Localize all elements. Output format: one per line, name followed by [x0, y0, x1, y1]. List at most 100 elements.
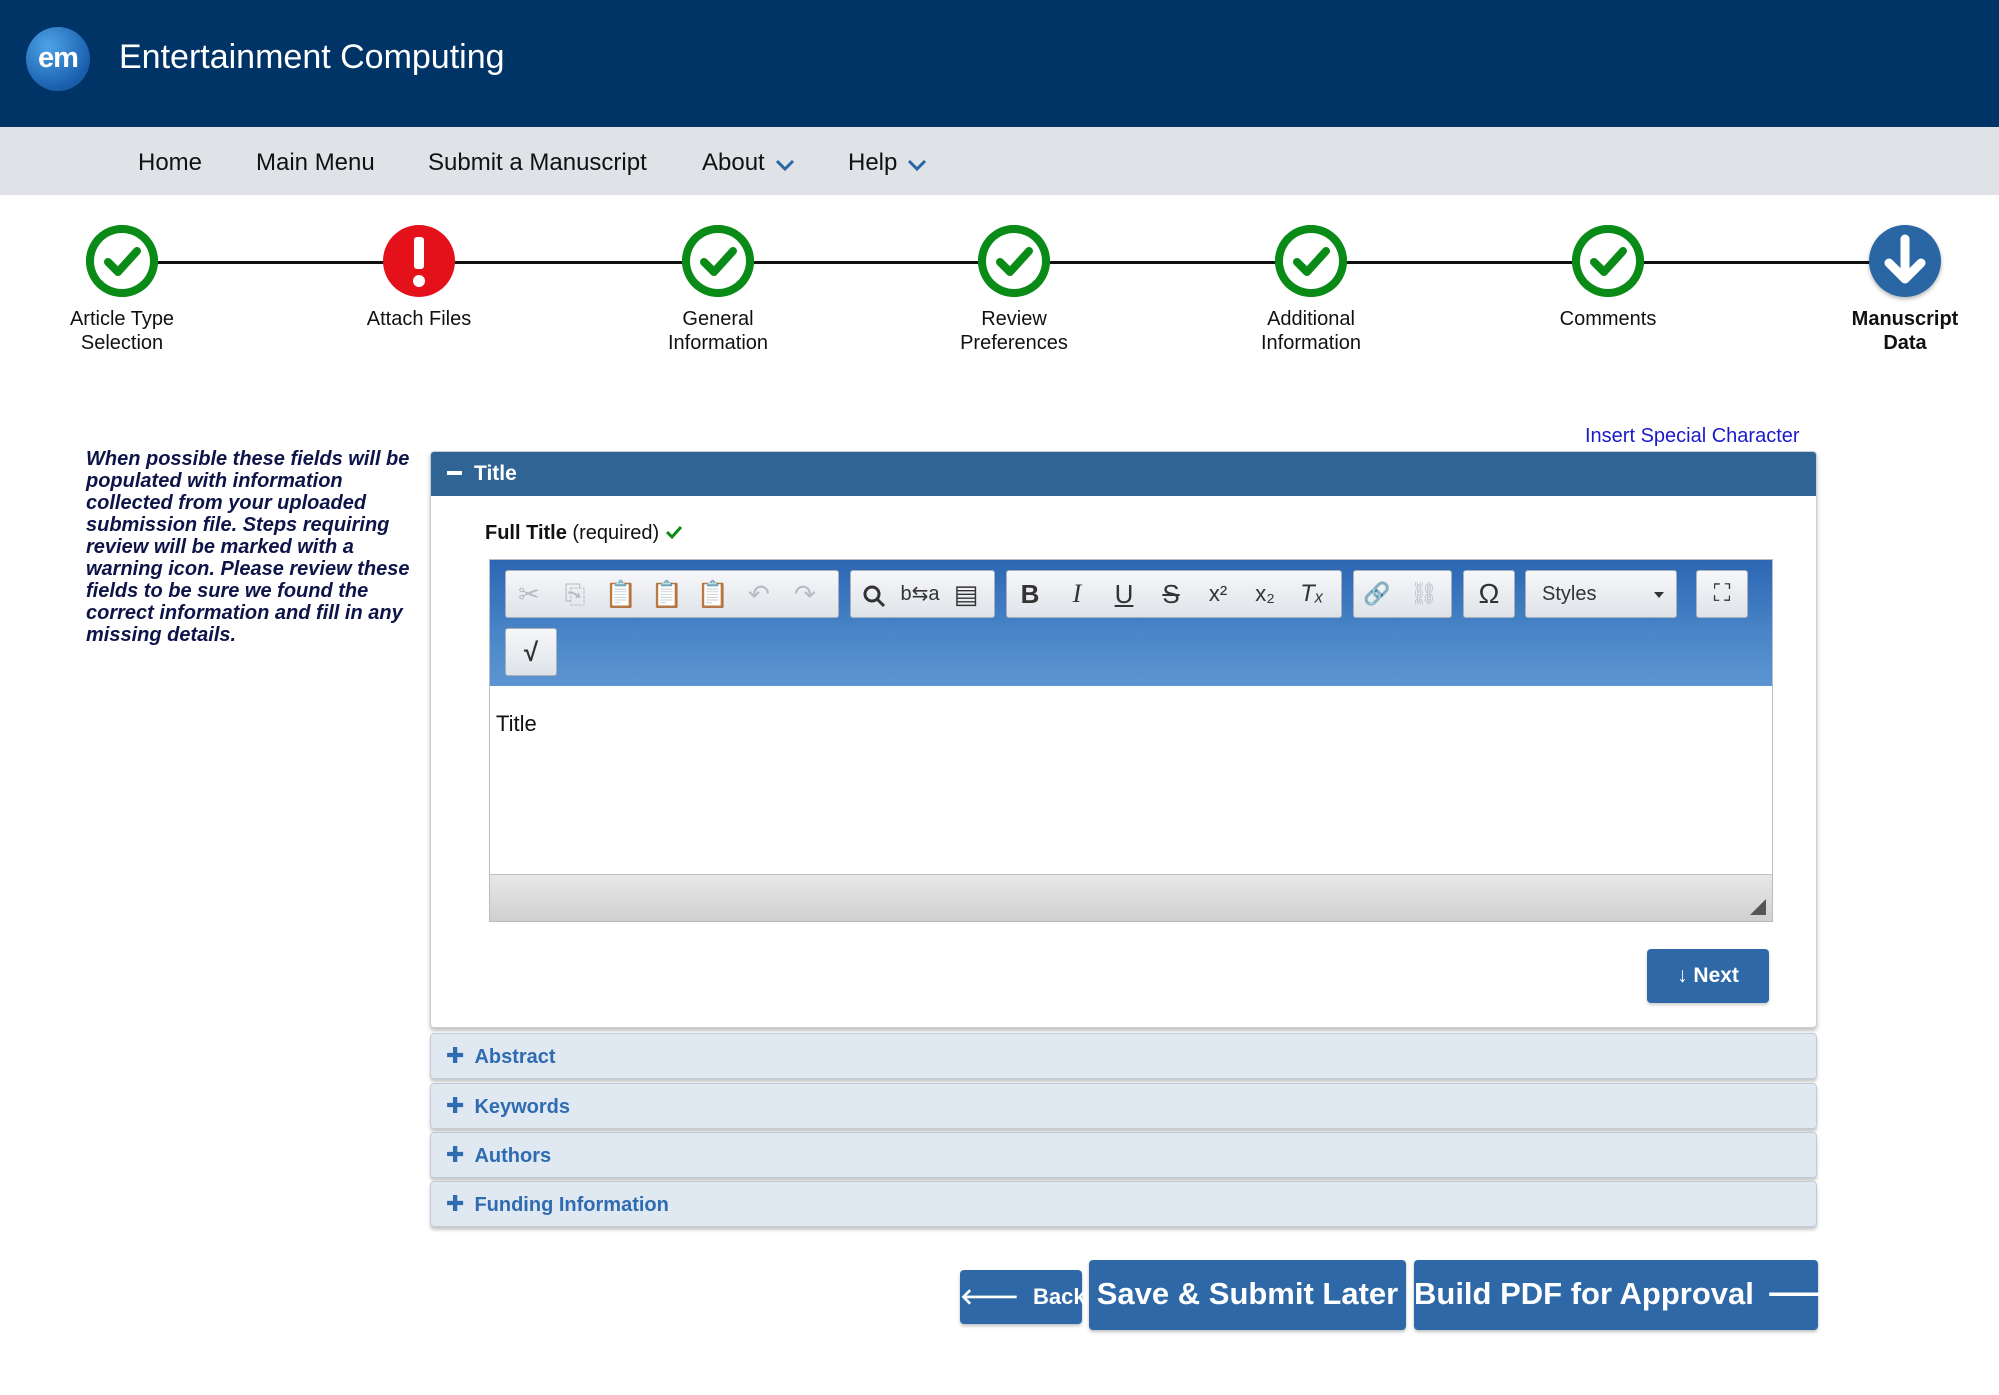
bold-icon[interactable]: B	[1007, 571, 1053, 617]
section-label: Authors	[474, 1145, 552, 1167]
next-button-label: Next	[1693, 964, 1739, 987]
step-label: Information	[1260, 332, 1362, 354]
format-group: B I U S x² x₂ Tₓ	[1006, 570, 1342, 618]
step-article-type[interactable]: Article Type Selection	[2, 225, 242, 355]
step-label: General	[682, 308, 754, 330]
arrow-left-icon: 🡐	[960, 1284, 1019, 1309]
checkmark-icon	[978, 225, 1050, 297]
clipboard-group: ✂ ⎘ 📋 📋 📋 ↶ ↷	[505, 570, 839, 618]
em-logo[interactable]: em	[26, 27, 90, 91]
cut-icon[interactable]: ✂	[506, 571, 552, 617]
title-panel-heading: Title	[474, 462, 517, 485]
back-button[interactable]: 🡐 Back	[960, 1270, 1086, 1324]
main-nav: Home Main Menu Submit a Manuscript About…	[0, 127, 1999, 195]
step-label: Manuscript	[1851, 308, 1959, 330]
step-comments[interactable]: Comments	[1488, 225, 1728, 331]
app-header: em Entertainment Computing	[0, 0, 1999, 127]
italic-icon[interactable]: I	[1054, 571, 1100, 617]
copy-icon[interactable]: ⎘	[552, 571, 598, 617]
editor-toolbar: ✂ ⎘ 📋 📋 📋 ↶ ↷ b⇆a ▤ B I U S x² x₂ Tₓ 🔗 ⛓…	[490, 560, 1772, 686]
insert-special-character-link[interactable]: Insert Special Character	[1585, 425, 1800, 448]
square-root-icon[interactable]: √	[508, 629, 554, 675]
styles-label: Styles	[1542, 583, 1597, 605]
section-label: Funding Information	[474, 1194, 669, 1216]
omega-icon[interactable]: Ω	[1466, 571, 1512, 617]
unlink-icon[interactable]: ⛓	[1401, 571, 1447, 617]
nav-about[interactable]: About	[702, 149, 795, 178]
nav-help-label: Help	[848, 149, 898, 176]
plus-icon: ✚	[446, 1142, 465, 1167]
checkmark-icon	[682, 225, 754, 297]
superscript-icon[interactable]: x²	[1195, 571, 1241, 617]
step-additional-information[interactable]: Additional Information	[1191, 225, 1431, 355]
nav-help[interactable]: Help	[848, 149, 927, 178]
next-button[interactable]: ↓ Next	[1647, 949, 1769, 1003]
title-panel-header[interactable]: Title	[431, 452, 1816, 496]
warning-icon	[383, 225, 455, 297]
funding-information-section[interactable]: ✚ Funding Information	[430, 1181, 1817, 1227]
step-label: Comments	[1559, 308, 1657, 330]
paste-word-icon[interactable]: 📋	[690, 571, 736, 617]
step-label: Review	[981, 308, 1047, 330]
arrow-down-icon: ↓	[1677, 964, 1688, 987]
abstract-section[interactable]: ✚ Abstract	[430, 1033, 1817, 1079]
build-pdf-button[interactable]: Build PDF for Approval 🡒	[1414, 1260, 1849, 1330]
chevron-down-icon	[907, 150, 927, 178]
plus-icon: ✚	[446, 1043, 465, 1068]
select-all-icon[interactable]: ▤	[943, 571, 989, 617]
strikethrough-icon[interactable]: S	[1148, 571, 1194, 617]
step-attach-files[interactable]: Attach Files	[299, 225, 539, 331]
remove-format-icon[interactable]: Tₓ	[1289, 571, 1335, 617]
link-group: 🔗 ⛓	[1353, 570, 1452, 618]
keywords-section[interactable]: ✚ Keywords	[430, 1083, 1817, 1129]
underline-icon[interactable]: U	[1101, 571, 1147, 617]
find-group: b⇆a ▤	[850, 570, 995, 618]
styles-dropdown[interactable]: Styles	[1525, 570, 1677, 618]
step-general-information[interactable]: General Information	[598, 225, 838, 355]
step-manuscript-data[interactable]: Manuscript Data	[1785, 225, 1999, 355]
back-button-label: Back	[1033, 1284, 1086, 1309]
special-char-group: Ω	[1463, 570, 1515, 618]
plus-icon: ✚	[446, 1191, 465, 1216]
chevron-down-icon	[775, 150, 795, 178]
authors-section[interactable]: ✚ Authors	[430, 1132, 1817, 1178]
step-label: Information	[667, 332, 769, 354]
step-review-preferences[interactable]: Review Preferences	[894, 225, 1134, 355]
arrow-right-icon: 🡒	[1765, 1276, 1849, 1311]
redo-icon[interactable]: ↷	[782, 571, 828, 617]
field-label: Full Title	[485, 522, 567, 544]
minus-icon	[447, 470, 462, 475]
checkmark-icon	[86, 225, 158, 297]
checkmark-icon	[1572, 225, 1644, 297]
step-label: Article Type	[69, 308, 175, 330]
paste-text-icon[interactable]: 📋	[644, 571, 690, 617]
instructions-note: When possible these fields will be popul…	[86, 448, 410, 646]
caret-down-icon	[1654, 592, 1664, 598]
nav-submit-manuscript[interactable]: Submit a Manuscript	[428, 149, 647, 177]
nav-about-label: About	[702, 149, 765, 176]
save-submit-later-button[interactable]: Save & Submit Later	[1089, 1260, 1406, 1330]
nav-home[interactable]: Home	[138, 149, 202, 177]
subscript-icon[interactable]: x₂	[1242, 571, 1288, 617]
editor-status-bar	[490, 874, 1772, 921]
nav-main-menu[interactable]: Main Menu	[256, 149, 375, 177]
section-label: Abstract	[474, 1046, 556, 1068]
checkmark-icon	[1275, 225, 1347, 297]
math-group: √	[505, 628, 557, 676]
title-editor-content[interactable]: Title	[490, 686, 1772, 874]
step-label: Data	[1883, 332, 1927, 354]
rich-text-editor: ✂ ⎘ 📋 📋 📋 ↶ ↷ b⇆a ▤ B I U S x² x₂ Tₓ 🔗 ⛓…	[489, 559, 1773, 922]
find-icon[interactable]	[851, 571, 897, 617]
replace-icon[interactable]: b⇆a	[897, 571, 943, 617]
maximize-icon[interactable]: ⛶	[1699, 571, 1745, 617]
link-icon[interactable]: 🔗	[1354, 571, 1400, 617]
step-label: Preferences	[960, 332, 1068, 354]
undo-icon[interactable]: ↶	[736, 571, 782, 617]
journal-title: Entertainment Computing	[119, 38, 505, 76]
maximize-group: ⛶	[1696, 570, 1748, 618]
full-title-label: Full Title (required)	[485, 522, 683, 545]
resize-handle-icon[interactable]	[1750, 899, 1766, 915]
build-pdf-label: Build PDF for Approval	[1414, 1276, 1754, 1311]
paste-icon[interactable]: 📋	[598, 571, 644, 617]
step-label: Selection	[80, 332, 164, 354]
